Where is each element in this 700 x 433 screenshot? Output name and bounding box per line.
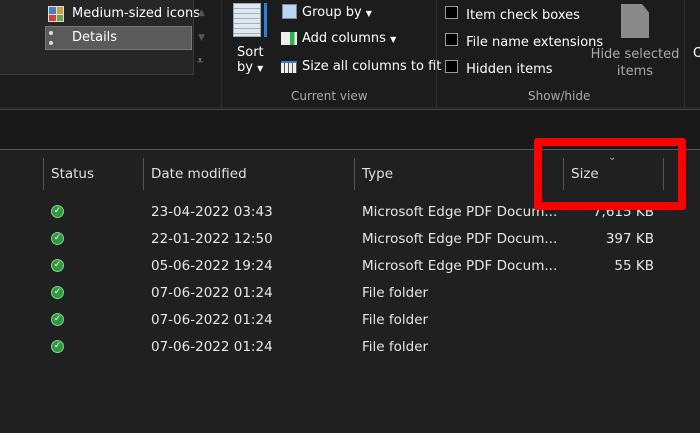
checkbox[interactable]	[445, 33, 458, 46]
hidden-items-label: Hidden items	[466, 62, 553, 77]
dropdown-icon: ▼	[390, 35, 397, 44]
column-header-status[interactable]: Status	[51, 158, 94, 190]
medium-icons-icon	[48, 6, 64, 22]
file-name-extensions-toggle[interactable]: File name extensions	[445, 33, 603, 50]
synced-check-icon: ✓	[51, 340, 64, 353]
table-row[interactable]: ✓ 07-06-2022 01:24 File folder	[0, 335, 700, 361]
scroll-up-icon[interactable]: ▲	[198, 8, 205, 18]
layout-details-label: Details	[72, 30, 118, 45]
table-row[interactable]: ✓ 07-06-2022 01:24 File folder	[0, 281, 700, 307]
date-cell: 05-06-2022 19:24	[151, 258, 273, 274]
hide-selected-label: Hide selected	[590, 47, 680, 62]
hidden-items-toggle[interactable]: Hidden items	[445, 60, 553, 77]
group-by-label: Group by	[302, 5, 362, 20]
sort-by-icon	[233, 3, 261, 37]
size-all-columns-button[interactable]: Size all columns to fit	[302, 59, 441, 74]
layout-details[interactable]	[45, 26, 192, 50]
dropdown-icon: ▼	[257, 64, 264, 73]
item-check-boxes-toggle[interactable]: Item check boxes	[445, 6, 580, 23]
group-by-icon	[282, 4, 297, 19]
type-cell: Microsoft Edge PDF Docum...	[362, 204, 558, 220]
table-row[interactable]: ✓ 22-01-2022 12:50 Microsoft Edge PDF Do…	[0, 227, 700, 253]
options-button[interactable]: O	[693, 46, 700, 61]
expand-gallery-icon[interactable]: ⩡	[197, 54, 203, 68]
type-cell: File folder	[362, 312, 429, 328]
type-cell: File folder	[362, 339, 429, 355]
synced-check-icon: ✓	[51, 259, 64, 272]
layout-medium-icons[interactable]: Medium-sized icons	[72, 6, 200, 21]
date-cell: 07-06-2022 01:24	[151, 285, 273, 301]
date-cell: 07-06-2022 01:24	[151, 312, 273, 328]
checkbox[interactable]	[445, 6, 458, 19]
group-by-button[interactable]: Group by ▼	[302, 5, 372, 20]
synced-check-icon: ✓	[51, 205, 64, 218]
hide-selected-label-2: items	[616, 64, 654, 79]
scroll-down-icon[interactable]: ▼	[198, 33, 205, 43]
highlight-box	[534, 138, 686, 210]
item-check-boxes-label: Item check boxes	[466, 8, 580, 23]
size-cell: 55 KB	[614, 258, 654, 274]
date-cell: 23-04-2022 03:43	[151, 204, 273, 220]
size-cell: 397 KB	[605, 231, 654, 247]
column-header-date-modified[interactable]: Date modified	[151, 158, 247, 190]
size-columns-icon	[281, 61, 297, 73]
synced-check-icon: ✓	[51, 313, 64, 326]
type-cell: Microsoft Edge PDF Docum...	[362, 231, 558, 247]
type-cell: File folder	[362, 285, 429, 301]
file-name-extensions-label: File name extensions	[466, 35, 604, 50]
sort-by-label: Sort	[237, 45, 264, 60]
date-cell: 22-01-2022 12:50	[151, 231, 273, 247]
table-row[interactable]: ✓ 05-06-2022 19:24 Microsoft Edge PDF Do…	[0, 254, 700, 280]
hide-selected-icon	[621, 4, 649, 38]
column-header-type[interactable]: Type	[362, 158, 393, 190]
current-view-label: Current view	[291, 89, 368, 103]
synced-check-icon: ✓	[51, 232, 64, 245]
sort-by-button[interactable]: Sort by ▼	[237, 45, 264, 75]
synced-check-icon: ✓	[51, 286, 64, 299]
date-cell: 07-06-2022 01:24	[151, 339, 273, 355]
ribbon: Medium-sized icons Details ▲ ▼ ⩡ Sort by …	[0, 0, 700, 108]
show-hide-label: Show/hide	[528, 89, 591, 103]
table-row[interactable]: ✓ 07-06-2022 01:24 File folder	[0, 308, 700, 334]
add-columns-button[interactable]: Add columns ▼	[302, 31, 396, 46]
sort-arrow-icon	[264, 3, 267, 37]
dropdown-icon: ▼	[365, 9, 372, 18]
details-icon	[49, 31, 67, 45]
add-columns-label: Add columns	[302, 31, 386, 46]
add-columns-icon	[281, 32, 297, 45]
type-cell: Microsoft Edge PDF Docum...	[362, 258, 558, 274]
sort-by-label-2: by	[237, 60, 253, 75]
checkbox[interactable]	[445, 60, 458, 73]
hide-selected-button[interactable]: Hide selected items	[590, 46, 680, 80]
